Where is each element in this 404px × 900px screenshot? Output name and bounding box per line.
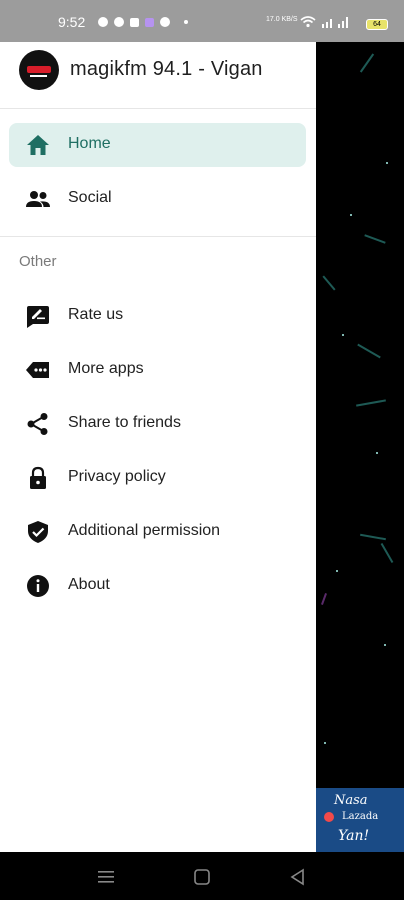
nav-label-more-apps: More apps	[68, 360, 144, 377]
nav-label-home: Home	[68, 135, 111, 152]
nav-item-rate-us[interactable]: Rate us	[9, 294, 306, 338]
app-notification-icon	[145, 17, 154, 27]
app-title: magikfm 94.1 - Vigan	[70, 58, 263, 80]
status-right: 17.0 KB/S 64	[264, 0, 404, 42]
people-icon	[26, 191, 50, 207]
messenger-icon	[114, 17, 124, 27]
light-streak	[359, 53, 375, 73]
light-streak	[360, 533, 386, 541]
more-notifications-icon	[184, 20, 188, 24]
nav-item-privacy-policy[interactable]: Privacy policy	[9, 456, 306, 500]
app-logo	[19, 50, 59, 90]
status-time: 9:52	[58, 14, 86, 30]
home-button-icon[interactable]	[191, 866, 213, 888]
nav-label-share: Share to friends	[68, 414, 181, 431]
section-divider	[0, 236, 316, 237]
logo-underline	[30, 75, 47, 77]
star-spark	[350, 214, 352, 216]
chat-icon	[160, 17, 170, 27]
star-spark	[386, 162, 388, 164]
nav-item-share[interactable]: Share to friends	[9, 402, 306, 446]
ad-text-line2: Lazada	[342, 811, 379, 822]
notification-icons	[98, 17, 188, 27]
ad-text-line3: Yan!	[338, 828, 370, 844]
signal-icon	[322, 17, 348, 28]
share-icon	[27, 413, 48, 435]
recents-icon[interactable]	[95, 866, 117, 888]
lock-icon	[30, 466, 46, 489]
nav-item-more-apps[interactable]: More apps	[9, 348, 306, 392]
section-title-other: Other	[19, 253, 57, 270]
system-navigation-bar	[0, 852, 404, 900]
wifi-icon	[300, 16, 316, 28]
nav-label-about: About	[68, 576, 110, 593]
home-icon	[27, 135, 49, 155]
info-icon	[27, 575, 49, 597]
star-spark	[384, 644, 386, 646]
nav-item-home[interactable]: Home	[9, 123, 306, 167]
light-streak	[357, 343, 381, 359]
light-streak	[380, 542, 394, 564]
light-streak	[321, 593, 327, 605]
calendar-icon	[130, 17, 139, 27]
background-content: Nasa Lazada Yan!	[316, 42, 404, 852]
nav-item-social[interactable]: Social	[9, 177, 306, 221]
drawer-header: magikfm 94.1 - Vigan	[0, 42, 316, 109]
shield-check-icon	[28, 521, 48, 543]
nav-label-additional-permission: Additional permission	[68, 522, 221, 539]
star-spark	[376, 452, 378, 454]
logo-mark	[27, 66, 51, 73]
network-speed: 17.0 KB/S	[266, 16, 298, 23]
nav-label-rate-us: Rate us	[68, 306, 124, 323]
battery-icon: 64	[366, 19, 388, 30]
nav-label-privacy-policy: Privacy policy	[68, 468, 166, 485]
light-streak	[322, 275, 336, 291]
status-bar: 9:52 17.0 KB/S 64	[0, 0, 404, 42]
light-streak	[356, 399, 386, 407]
back-icon[interactable]	[287, 866, 309, 888]
star-spark	[324, 742, 326, 744]
ad-text-line1: Nasa	[334, 793, 368, 808]
navigation-drawer: magikfm 94.1 - Vigan Home Social Other R…	[0, 42, 316, 852]
star-spark	[342, 334, 344, 336]
telegram-icon	[98, 17, 108, 27]
nav-item-additional-permission[interactable]: Additional permission	[9, 510, 306, 554]
nav-item-about[interactable]: About	[9, 564, 306, 608]
nav-label-social: Social	[68, 189, 112, 206]
light-streak	[364, 234, 386, 244]
heart-icon	[324, 812, 334, 822]
rate-icon	[27, 306, 49, 328]
star-spark	[336, 570, 338, 572]
more-apps-icon	[26, 362, 49, 378]
ad-banner[interactable]: Nasa Lazada Yan!	[316, 788, 404, 852]
